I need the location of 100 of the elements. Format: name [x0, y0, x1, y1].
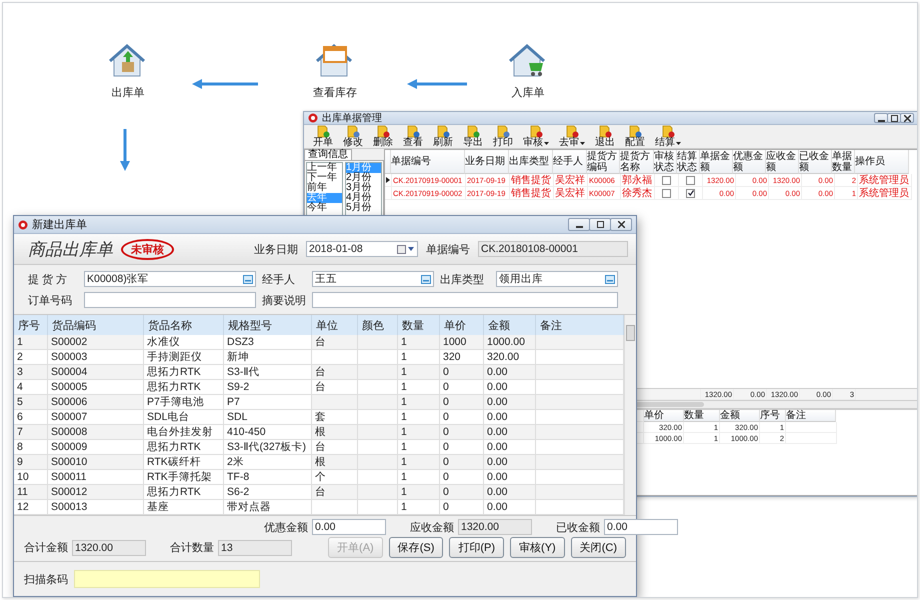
- toolbar-button[interactable]: 审核: [520, 125, 552, 148]
- table-cell: 0.00: [484, 365, 536, 380]
- table-cell: SDL: [224, 410, 312, 425]
- column-header[interactable]: 业务日期: [465, 150, 509, 174]
- close-button[interactable]: [610, 218, 632, 231]
- toolbar-button[interactable]: 去审: [556, 125, 588, 148]
- column-header[interactable]: 单价: [440, 315, 484, 335]
- column-header[interactable]: 单价: [644, 410, 684, 422]
- toolbar-button[interactable]: 退出: [592, 125, 618, 148]
- table-cell: S00004: [48, 365, 144, 380]
- date-field[interactable]: 2018-01-08: [306, 241, 418, 257]
- column-header[interactable]: 货品编码: [48, 315, 144, 335]
- checkbox[interactable]: [686, 188, 695, 198]
- dialog-button[interactable]: 打印(P): [449, 537, 504, 558]
- dialog-button[interactable]: 关闭(C): [570, 537, 626, 558]
- table-cell: 0: [440, 440, 484, 455]
- column-header[interactable]: 备注: [536, 315, 624, 335]
- column-header[interactable]: 数量: [684, 410, 720, 422]
- checkbox[interactable]: [662, 176, 671, 184]
- column-header[interactable]: 规格型号: [224, 315, 312, 335]
- table-cell: 吴宏祥: [554, 174, 588, 187]
- column-header[interactable]: 序号: [14, 315, 48, 335]
- checkbox[interactable]: [662, 188, 671, 198]
- table-cell: 销售提货: [510, 187, 554, 200]
- column-header[interactable]: 提货方编码: [587, 150, 620, 174]
- column-header[interactable]: 已收金额: [799, 150, 832, 174]
- column-header[interactable]: 金额: [484, 315, 536, 335]
- table-cell: 5: [14, 395, 48, 410]
- table-cell: [358, 485, 398, 500]
- table-cell: 0.00: [484, 410, 536, 425]
- dialog-button[interactable]: 审核(Y): [510, 537, 565, 558]
- column-header[interactable]: 结算状态: [677, 150, 700, 174]
- toolbar-button[interactable]: 修改: [340, 125, 366, 148]
- field-label: 合计金额: [24, 540, 68, 555]
- column-header[interactable]: 经手人: [553, 150, 587, 174]
- toolbar-button[interactable]: 查看: [400, 125, 426, 148]
- column-header[interactable]: 优惠金额: [733, 150, 766, 174]
- toolbar-button[interactable]: 配置: [622, 125, 648, 148]
- close-button[interactable]: [900, 113, 914, 123]
- window-title: 出库单据管理: [322, 112, 383, 125]
- input-field[interactable]: 0.00: [604, 519, 678, 535]
- table-cell: 1: [398, 500, 440, 515]
- column-header[interactable]: 数量: [398, 315, 440, 335]
- table-cell: 思拓力RTK: [144, 485, 224, 500]
- table-cell: 0.00: [484, 500, 536, 515]
- table-cell: S6-2: [224, 485, 312, 500]
- column-header[interactable]: 审核状态: [654, 150, 677, 174]
- list-item[interactable]: 下一年: [307, 173, 342, 183]
- column-header[interactable]: 货品名称: [144, 315, 224, 335]
- column-header[interactable]: 提货方名称: [620, 150, 654, 174]
- toolbar-button[interactable]: 删除: [370, 125, 396, 148]
- input-field[interactable]: 0.00: [312, 519, 386, 535]
- table-cell: 1: [398, 380, 440, 395]
- column-header[interactable]: 单据编号: [391, 150, 465, 174]
- column-header[interactable]: 操作员: [855, 150, 909, 174]
- lookup-icon[interactable]: [605, 274, 615, 284]
- list-item[interactable]: 4月份: [346, 193, 381, 203]
- maximize-button[interactable]: [887, 113, 901, 123]
- table-cell: 0: [440, 395, 484, 410]
- checkbox[interactable]: [686, 176, 695, 184]
- maximize-button[interactable]: [589, 218, 611, 231]
- input-field[interactable]: 王五: [312, 271, 434, 287]
- table-cell: 1: [398, 470, 440, 485]
- list-item[interactable]: 上一年: [307, 163, 342, 173]
- panel-tab[interactable]: 查询信息: [304, 149, 352, 160]
- list-item[interactable]: 5月份: [346, 203, 381, 213]
- barcode-field[interactable]: [74, 570, 260, 588]
- toolbar-button[interactable]: 开单: [310, 125, 336, 148]
- list-item[interactable]: 前年: [307, 183, 342, 193]
- input-field[interactable]: K00008)张军: [84, 271, 256, 287]
- table-cell: 320.00: [484, 350, 536, 365]
- list-item[interactable]: 今年: [307, 203, 342, 213]
- table-cell: 1: [398, 455, 440, 470]
- document-icon: [662, 125, 674, 138]
- list-item[interactable]: 3月份: [346, 183, 381, 193]
- list-item[interactable]: 2月份: [346, 173, 381, 183]
- input-field[interactable]: 领用出库: [496, 271, 618, 287]
- document-icon: [598, 125, 612, 138]
- column-header[interactable]: 单位: [312, 315, 358, 335]
- input-field[interactable]: [84, 292, 256, 308]
- lookup-icon[interactable]: [243, 274, 253, 284]
- dialog-title: 新建出库单: [32, 218, 88, 232]
- toolbar-button[interactable]: 结算: [652, 125, 684, 148]
- toolbar-button[interactable]: 打印: [490, 125, 516, 148]
- table-cell: 根: [312, 455, 358, 470]
- column-header[interactable]: 单据数量: [832, 150, 855, 174]
- minimize-button[interactable]: [568, 218, 590, 231]
- lookup-icon[interactable]: [421, 274, 431, 284]
- document-icon: [496, 125, 510, 138]
- column-header[interactable]: 出库类型: [509, 150, 553, 174]
- toolbar-button[interactable]: 刷新: [430, 125, 456, 148]
- column-header[interactable]: 应收金额: [766, 150, 799, 174]
- toolbar-button[interactable]: 导出: [460, 125, 486, 148]
- dialog-button[interactable]: 保存(S): [388, 537, 444, 558]
- column-header[interactable]: 单据金额: [700, 150, 733, 174]
- column-header[interactable]: 颜色: [358, 315, 398, 335]
- calendar-dropdown-icon[interactable]: [397, 244, 415, 254]
- input-field[interactable]: [312, 292, 618, 308]
- minimize-button[interactable]: [874, 113, 888, 123]
- form-heading: 商品出库单: [28, 238, 113, 260]
